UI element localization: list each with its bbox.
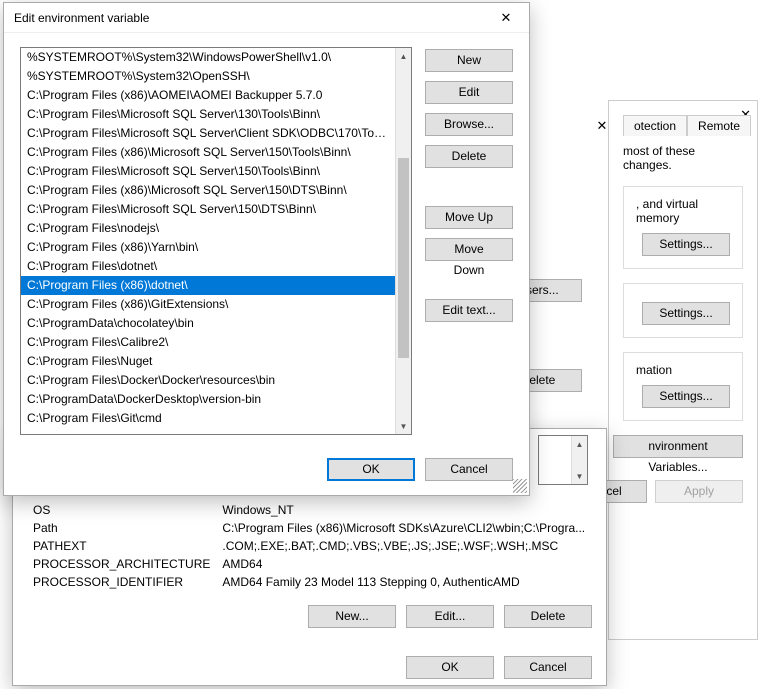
path-list-item[interactable]: C:\Program Files\Docker\Docker\resources… bbox=[21, 371, 395, 390]
table-row[interactable]: PATHEXT.COM;.EXE;.BAT;.CMD;.VBS;.VBE;.JS… bbox=[27, 537, 592, 555]
path-list-item[interactable]: C:\Program Files (x86)\Yarn\bin\ bbox=[21, 238, 395, 257]
close-icon bbox=[501, 10, 512, 26]
delete-button[interactable]: Delete bbox=[504, 605, 592, 628]
path-list-item[interactable]: C:\ProgramData\chocolatey\bin bbox=[21, 314, 395, 333]
path-list-item[interactable]: C:\Program Files (x86)\GitExtensions\ bbox=[21, 295, 395, 314]
path-list-item[interactable]: C:\ProgramData\DockerDesktop\version-bin bbox=[21, 390, 395, 409]
path-list-item[interactable]: C:\Program Files (x86)\dotnet\ bbox=[21, 276, 395, 295]
var-value: .COM;.EXE;.BAT;.CMD;.VBS;.VBE;.JS;.JSE;.… bbox=[216, 537, 592, 555]
env-vars-button[interactable]: nvironment Variables... bbox=[613, 435, 743, 458]
scroll-thumb[interactable] bbox=[398, 158, 409, 358]
path-listbox[interactable]: %SYSTEMROOT%\System32\WindowsPowerShell\… bbox=[20, 47, 412, 435]
new-button[interactable]: New bbox=[425, 49, 513, 72]
settings-button-startup[interactable]: Settings... bbox=[642, 385, 730, 408]
edit-button[interactable]: Edit... bbox=[406, 605, 494, 628]
resize-grip-icon[interactable] bbox=[513, 479, 527, 493]
browse-button[interactable]: Browse... bbox=[425, 113, 513, 136]
path-list-item[interactable]: %SYSTEMROOT%\System32\WindowsPowerShell\… bbox=[21, 48, 395, 67]
titlebar: Edit environment variable bbox=[4, 3, 529, 33]
settings-button-perf[interactable]: Settings... bbox=[642, 233, 730, 256]
settings-button-profiles[interactable]: Settings... bbox=[642, 302, 730, 325]
new-button[interactable]: New... bbox=[308, 605, 396, 628]
apply-button: Apply bbox=[655, 480, 743, 503]
edit-env-var-window: Edit environment variable %SYSTEMROOT%\S… bbox=[3, 2, 530, 496]
path-list-item[interactable]: C:\Program Files (x86)\AOMEI\AOMEI Backu… bbox=[21, 86, 395, 105]
var-name: PROCESSOR_ARCHITECTURE bbox=[27, 555, 216, 573]
path-list-item[interactable]: C:\Program Files\Calibre2\ bbox=[21, 333, 395, 352]
user-vars-listbox[interactable]: ▲ ▼ bbox=[538, 435, 588, 485]
close-button[interactable] bbox=[483, 3, 529, 33]
scroll-down-icon[interactable]: ▼ bbox=[396, 418, 411, 434]
perf-label: , and virtual memory bbox=[636, 197, 730, 225]
edit-text-button[interactable]: Edit text... bbox=[425, 299, 513, 322]
table-row[interactable]: OSWindows_NT bbox=[27, 501, 592, 519]
edit-button[interactable]: Edit bbox=[425, 81, 513, 104]
admin-note: most of these changes. bbox=[623, 144, 743, 172]
path-list-item[interactable]: C:\Program Files\Microsoft SQL Server\15… bbox=[21, 200, 395, 219]
tab-protection[interactable]: otection bbox=[623, 115, 687, 136]
scroll-up-icon[interactable]: ▲ bbox=[396, 48, 411, 64]
path-list-item[interactable]: C:\Program Files\dotnet\ bbox=[21, 257, 395, 276]
system-vars-table[interactable]: OSWindows_NTPathC:\Program Files (x86)\M… bbox=[27, 501, 592, 591]
window-title: Edit environment variable bbox=[14, 11, 149, 25]
ok-button[interactable]: OK bbox=[327, 458, 415, 481]
path-list-item[interactable]: C:\Program Files\Microsoft SQL Server\Cl… bbox=[21, 124, 395, 143]
system-properties-window: otection Remote most of these changes. ,… bbox=[608, 100, 758, 640]
var-value: Windows_NT bbox=[216, 501, 592, 519]
scroll-up-icon[interactable]: ▲ bbox=[572, 436, 587, 452]
move-up-button[interactable]: Move Up bbox=[425, 206, 513, 229]
var-name: Path bbox=[27, 519, 216, 537]
path-list-item[interactable]: %SYSTEMROOT%\System32\OpenSSH\ bbox=[21, 67, 395, 86]
path-list-item[interactable]: C:\Program Files\Microsoft SQL Server\13… bbox=[21, 105, 395, 124]
path-list-item[interactable]: C:\Program Files (x86)\Microsoft SQL Ser… bbox=[21, 181, 395, 200]
move-down-button[interactable]: Move Down bbox=[425, 238, 513, 261]
table-row[interactable]: PROCESSOR_IDENTIFIERAMD64 Family 23 Mode… bbox=[27, 573, 592, 591]
table-row[interactable]: PROCESSOR_ARCHITECTUREAMD64 bbox=[27, 555, 592, 573]
side-button-column: New Edit Browse... Delete Move Up Move D… bbox=[425, 49, 513, 322]
scrollbar[interactable]: ▲ ▼ bbox=[395, 48, 411, 434]
var-name: PATHEXT bbox=[27, 537, 216, 555]
var-value: AMD64 Family 23 Model 113 Stepping 0, Au… bbox=[216, 573, 592, 591]
startup-label: mation bbox=[636, 363, 730, 377]
path-list-item[interactable]: C:\Program Files\nodejs\ bbox=[21, 219, 395, 238]
delete-button[interactable]: Delete bbox=[425, 145, 513, 168]
table-row[interactable]: PathC:\Program Files (x86)\Microsoft SDK… bbox=[27, 519, 592, 537]
cancel-button[interactable]: Cancel bbox=[425, 458, 513, 481]
var-value: AMD64 bbox=[216, 555, 592, 573]
path-list-item[interactable]: C:\Program Files\Microsoft SQL Server\15… bbox=[21, 162, 395, 181]
ok-button[interactable]: OK bbox=[406, 656, 494, 679]
var-name: OS bbox=[27, 501, 216, 519]
var-value: C:\Program Files (x86)\Microsoft SDKs\Az… bbox=[216, 519, 592, 537]
cancel-button[interactable]: Cancel bbox=[504, 656, 592, 679]
tab-strip: otection Remote bbox=[623, 115, 743, 136]
tab-remote[interactable]: Remote bbox=[687, 115, 751, 136]
x-glyph bbox=[597, 118, 608, 134]
path-list-item[interactable]: C:\Program Files (x86)\Microsoft SQL Ser… bbox=[21, 143, 395, 162]
var-name: PROCESSOR_IDENTIFIER bbox=[27, 573, 216, 591]
scroll-down-icon[interactable]: ▼ bbox=[572, 468, 587, 484]
path-list-item[interactable]: C:\Program Files\Nuget bbox=[21, 352, 395, 371]
path-list-item[interactable]: C:\Program Files\Git\cmd bbox=[21, 409, 395, 428]
scrollbar[interactable]: ▲ ▼ bbox=[571, 436, 587, 484]
